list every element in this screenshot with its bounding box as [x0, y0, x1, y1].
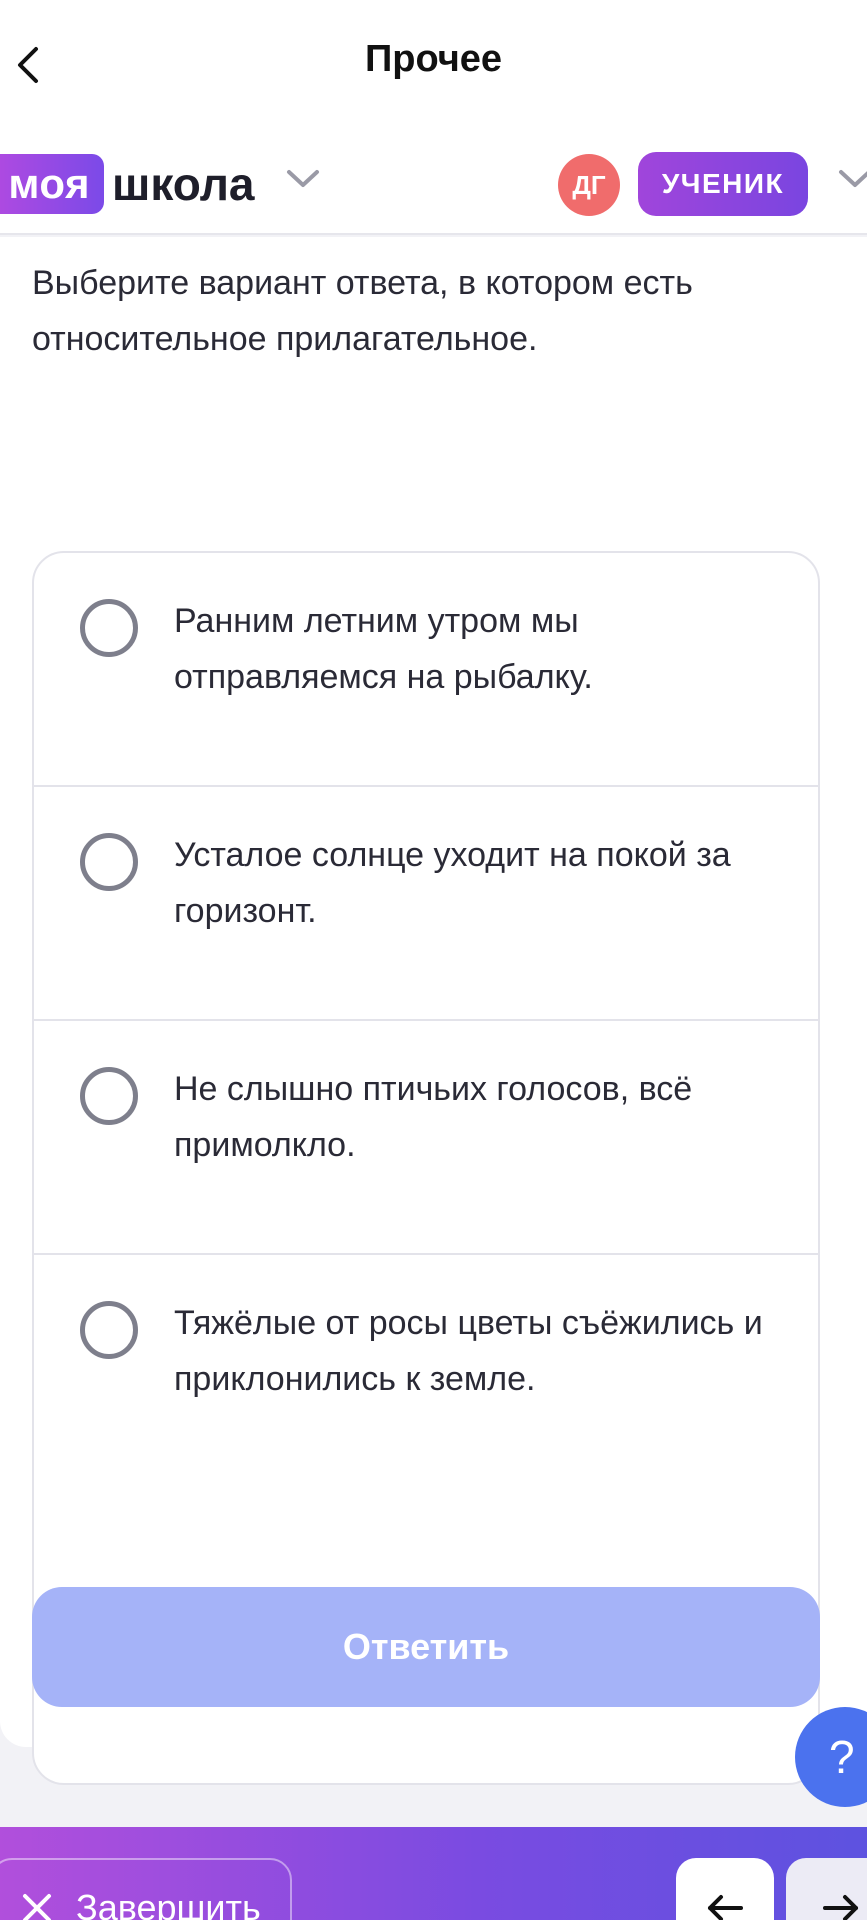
answer-option[interactable]: Ранним летним утром мы отправляемся на р…: [34, 553, 818, 787]
page: Прочее моя школа ДГ УЧЕНИК Выберите вари…: [0, 0, 867, 1920]
answer-option-label: Усталое солнце уходит на покой за горизо…: [174, 836, 731, 930]
finish-button[interactable]: Завершить: [0, 1858, 292, 1920]
brand-logo-word: школа: [112, 158, 255, 210]
role-badge[interactable]: УЧЕНИК: [638, 152, 808, 216]
radio-button[interactable]: [80, 1067, 138, 1125]
radio-button[interactable]: [80, 833, 138, 891]
top-navigation: Прочее: [0, 0, 867, 130]
arrow-right-icon: [823, 1895, 858, 1920]
avatar[interactable]: ДГ: [558, 154, 620, 216]
arrow-left-icon: [708, 1895, 743, 1920]
answer-option[interactable]: Тяжёлые от росы цветы съёжились и прикло…: [34, 1255, 818, 1551]
answer-option[interactable]: Усталое солнце уходит на покой за горизо…: [34, 787, 818, 1021]
radio-button[interactable]: [80, 599, 138, 657]
answer-button[interactable]: Ответить: [32, 1587, 820, 1707]
chevron-down-icon[interactable]: [838, 168, 867, 190]
answer-option-label: Ранним летним утром мы отправляемся на р…: [174, 602, 593, 696]
previous-question-button[interactable]: [676, 1858, 774, 1920]
answer-option[interactable]: Не слышно птичьих голосов, всё примолкло…: [34, 1021, 818, 1255]
answer-option-label: Не слышно птичьих голосов, всё примолкло…: [174, 1070, 693, 1164]
radio-button[interactable]: [80, 1301, 138, 1359]
next-question-button[interactable]: [786, 1858, 867, 1920]
chevron-down-icon[interactable]: [286, 168, 320, 190]
finish-button-label: Завершить: [76, 1887, 261, 1920]
close-icon: [23, 1894, 51, 1920]
page-title: Прочее: [364, 38, 503, 80]
question-text: Выберите вариант ответа, в котором есть …: [32, 264, 693, 358]
question-card: Выберите вариант ответа, в котором есть …: [0, 237, 867, 1785]
answer-option-label: Тяжёлые от росы цветы съёжились и прикло…: [174, 1304, 763, 1398]
brand-logo[interactable]: моя: [0, 154, 104, 214]
brand-logo-part: моя: [8, 160, 90, 207]
